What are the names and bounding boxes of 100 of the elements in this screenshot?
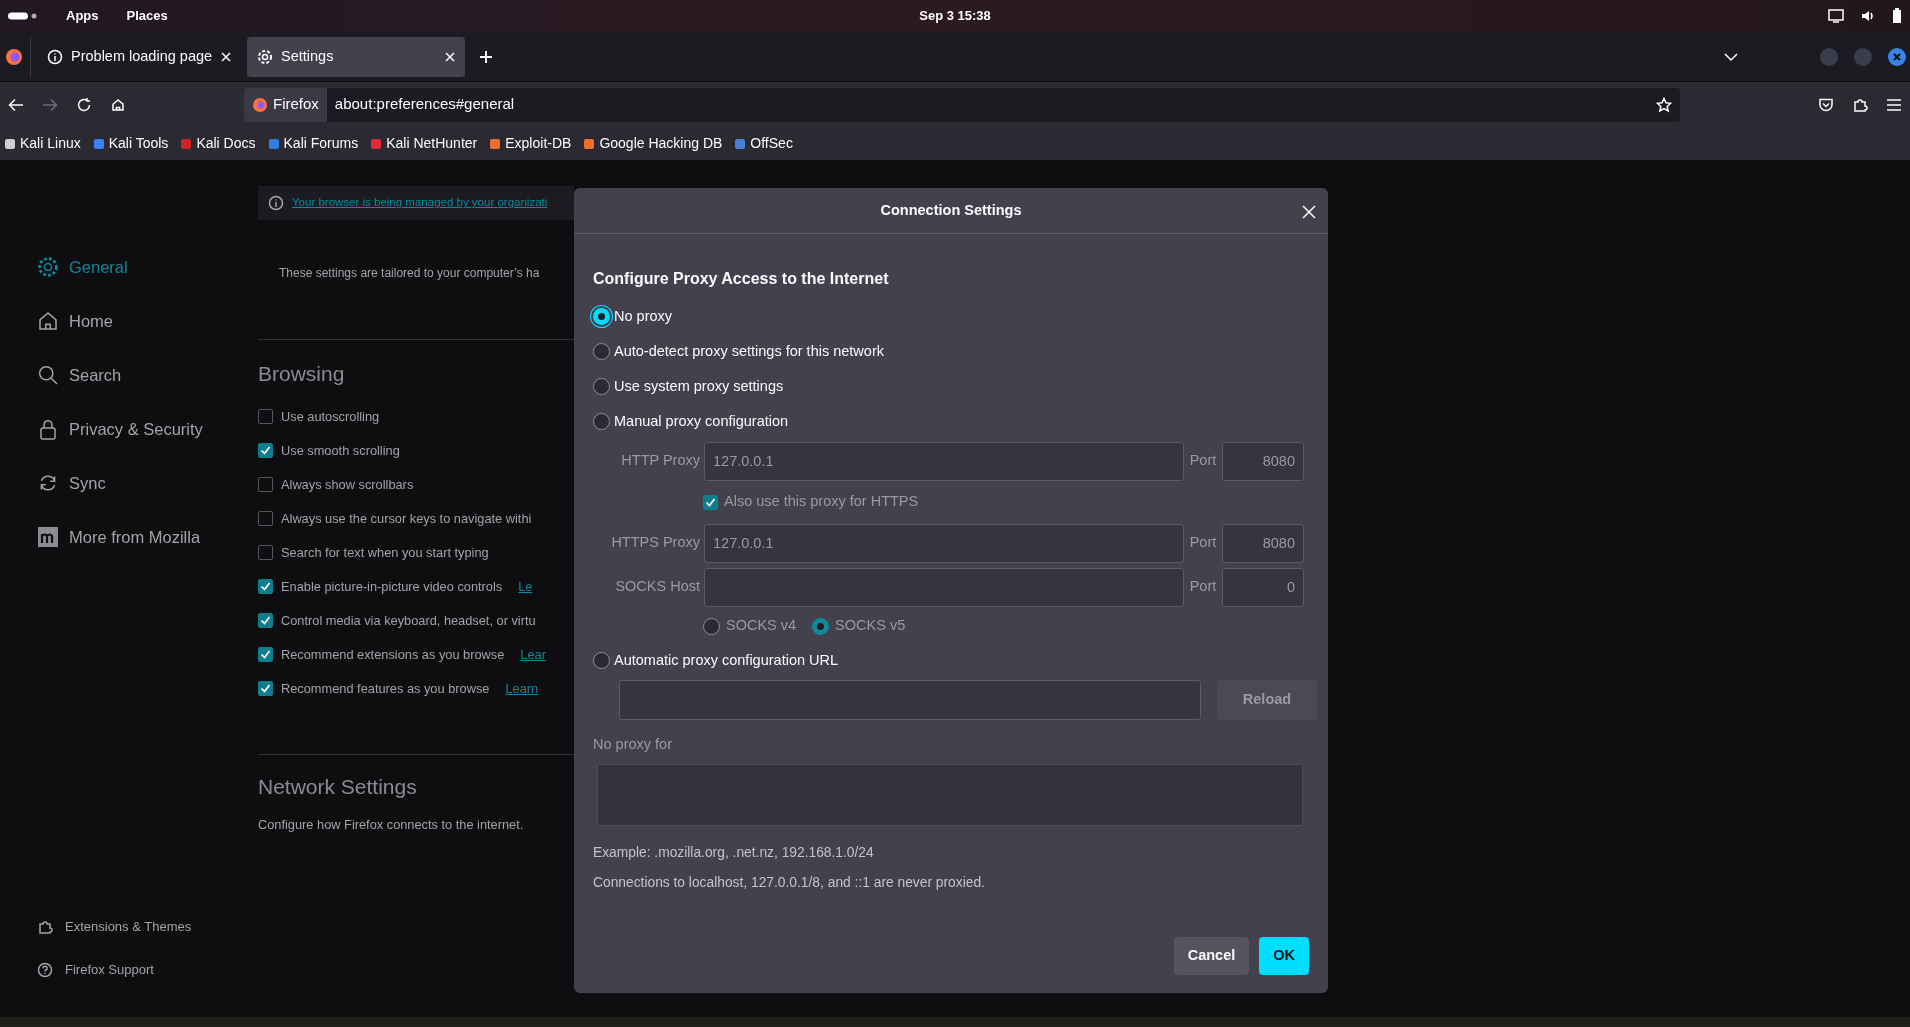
sidebar-item[interactable]: Home <box>37 294 258 348</box>
radio-button[interactable] <box>593 413 610 430</box>
hint-text: Example: .mozilla.org, .net.nz, 192.168.1.0/24 <box>593 843 874 862</box>
address-bar[interactable]: Firefox about:preferences#general <box>244 87 1680 122</box>
info-icon <box>47 48 63 65</box>
sidebar-footer-link[interactable]: Extensions & Themes <box>37 905 258 948</box>
bookmark-link[interactable]: OffSec <box>734 133 793 154</box>
identity-label: Firefox <box>273 94 319 115</box>
reload-icon[interactable] <box>76 96 92 113</box>
search-icon <box>37 364 59 386</box>
checkbox-label[interactable]: Control media via keyboard, headset, or virtu <box>281 610 536 631</box>
checkbox[interactable] <box>258 409 273 424</box>
identity-badge[interactable]: Firefox <box>244 87 327 122</box>
bookmark-link[interactable]: Kali Forums <box>267 133 359 154</box>
radio-button[interactable] <box>593 308 610 325</box>
bookmark-link[interactable]: Exploit-DB <box>489 133 572 154</box>
radio-label[interactable]: Use system proxy settings <box>614 375 784 398</box>
section-heading: Browsing <box>258 361 345 387</box>
sidebar-item[interactable]: Search <box>37 348 258 402</box>
star-icon[interactable] <box>1656 96 1672 113</box>
checkbox[interactable] <box>258 511 273 526</box>
field-label: No proxy for <box>593 735 672 755</box>
checkbox[interactable] <box>258 579 273 594</box>
checkbox-label[interactable]: Always use the cursor keys to navigate withi <box>281 508 532 529</box>
system-menu[interactable]: Places <box>126 6 168 26</box>
bookmark-link[interactable]: Google Hacking DB <box>583 133 723 154</box>
radio-label[interactable]: No proxy <box>614 305 673 328</box>
home-icon <box>37 310 59 332</box>
sidebar-item[interactable]: Privacy & Security <box>37 402 258 456</box>
ok-button[interactable]: OK <box>1259 937 1309 975</box>
field-label: SOCKS Host <box>614 577 701 597</box>
checkbox-label[interactable]: Always show scrollbars <box>281 474 414 495</box>
dialog-heading: Configure Proxy Access to the Internet <box>593 269 890 289</box>
info-icon <box>268 195 284 211</box>
hint-text: Connections to localhost, 127.0.0.1/8, and ::1 are never proxied. <box>593 873 985 892</box>
learn-more-link[interactable]: Le <box>518 576 533 597</box>
checkbox[interactable] <box>258 477 273 492</box>
port-label: Port <box>1188 577 1218 597</box>
radio-label[interactable]: Manual proxy configuration <box>614 410 789 433</box>
checkbox-label[interactable]: Recommend features as you browse <box>281 678 490 699</box>
menu-icon[interactable] <box>1886 97 1902 112</box>
radio-label[interactable]: Automatic proxy configuration URL <box>614 649 839 672</box>
browser-tab[interactable]: Problem loading page <box>37 36 241 77</box>
battery-icon[interactable] <box>1892 8 1902 24</box>
help-icon <box>37 961 53 978</box>
volume-icon[interactable] <box>1860 9 1876 23</box>
sidebar-footer-link[interactable]: Firefox Support <box>37 948 258 991</box>
activities-icon[interactable] <box>8 11 38 21</box>
back-arrow-icon[interactable] <box>8 97 24 112</box>
puzzle-icon <box>37 918 53 935</box>
policy-link[interactable]: Your browser is being managed by your organizati <box>292 194 548 212</box>
firefox-logo-icon[interactable] <box>4 46 24 67</box>
checkbox[interactable] <box>258 613 273 628</box>
clock[interactable]: Sep 3 15:38 <box>919 6 991 26</box>
browser-tab[interactable]: Settings <box>247 36 465 77</box>
bookmark-link[interactable]: Kali NetHunter <box>370 133 478 154</box>
home-icon[interactable] <box>110 96 126 113</box>
system-menu[interactable]: Apps <box>66 6 99 26</box>
port-label: Port <box>1188 533 1218 553</box>
checkbox[interactable] <box>258 545 273 560</box>
checkbox[interactable] <box>258 443 273 458</box>
puzzle-icon[interactable] <box>1852 96 1868 113</box>
checkbox[interactable] <box>258 681 273 696</box>
dialog-title: Connection Settings <box>880 200 1022 220</box>
close-icon[interactable] <box>221 51 231 62</box>
checkbox-label[interactable]: Enable picture-in-picture video controls <box>281 576 503 597</box>
field-label: HTTPS Proxy <box>610 533 701 553</box>
sidebar-item[interactable]: Sync <box>37 456 258 510</box>
close-icon[interactable] <box>445 51 455 62</box>
mozilla-logo-icon <box>37 526 59 548</box>
bookmark-link[interactable]: Kali Docs <box>180 133 256 154</box>
port-label: Port <box>1188 451 1218 471</box>
learn-more-link[interactable]: Learn <box>505 678 539 699</box>
radio-label[interactable]: Auto-detect proxy settings for this network <box>614 340 884 363</box>
checkbox-label[interactable]: Search for text when you start typing <box>281 542 489 563</box>
close-window-icon[interactable] <box>1888 47 1906 66</box>
checkbox-label[interactable]: Recommend extensions as you browse <box>281 644 505 665</box>
learn-more-link[interactable]: Lear <box>520 644 546 665</box>
chevron-down-icon[interactable] <box>1724 51 1738 62</box>
plus-icon[interactable] <box>479 49 493 64</box>
checkbox-label[interactable]: Use smooth scrolling <box>281 440 400 461</box>
checkbox[interactable] <box>258 647 273 662</box>
bookmark-link[interactable]: Kali Linux <box>4 133 81 154</box>
section-description: Configure how Firefox connects to the internet. <box>258 816 524 834</box>
checkbox-label[interactable]: Use autoscrolling <box>281 406 380 427</box>
cancel-button[interactable]: Cancel <box>1173 937 1250 975</box>
firefox-logo-icon <box>252 96 268 113</box>
sidebar-item[interactable]: More from Mozilla <box>37 510 258 564</box>
sidebar-item[interactable]: General <box>37 240 258 294</box>
section-heading: Network Settings <box>258 773 417 800</box>
bookmark-link[interactable]: Kali Tools <box>92 133 169 154</box>
radio-button[interactable] <box>593 652 610 669</box>
gear-icon <box>257 48 273 65</box>
tab-title: Settings <box>281 46 334 66</box>
radio-button[interactable] <box>593 378 610 395</box>
radio-button[interactable] <box>593 343 610 360</box>
forward-arrow-icon[interactable] <box>42 97 58 112</box>
pocket-icon[interactable] <box>1818 96 1834 113</box>
display-icon[interactable] <box>1828 9 1844 23</box>
field-label: HTTP Proxy <box>620 451 701 471</box>
